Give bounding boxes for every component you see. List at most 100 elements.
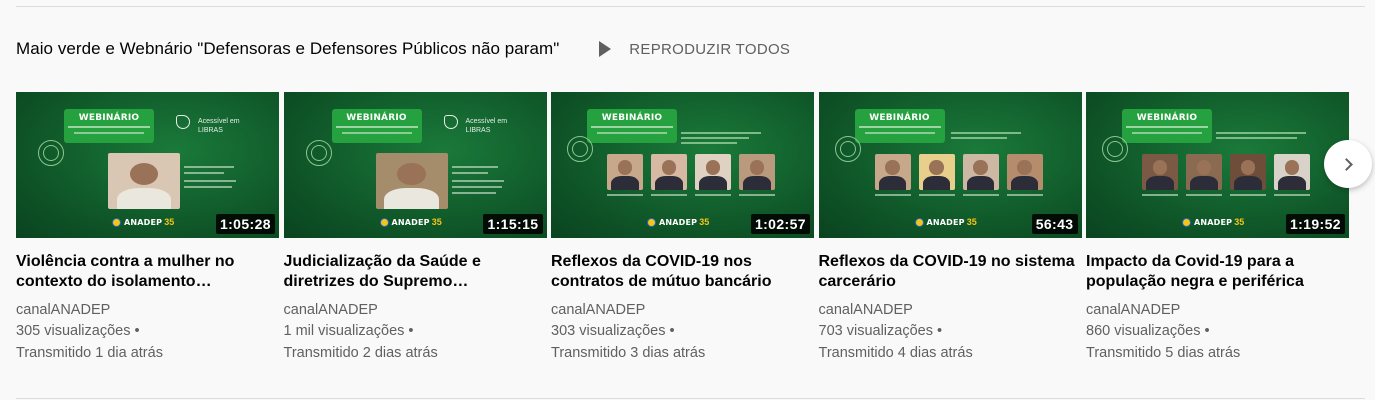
video-meta: Judicialização da Saúde e diretrizes do … (284, 238, 547, 364)
webinar-badge: WEBINÁRIO (854, 109, 945, 143)
separator-dot: • (1204, 323, 1210, 339)
video-title[interactable]: Judicialização da Saúde e diretrizes do … (284, 252, 547, 292)
next-button[interactable] (1324, 140, 1372, 188)
topic-text (950, 132, 1021, 150)
top-divider (16, 6, 1365, 7)
speaker-photo (874, 154, 911, 190)
video-title[interactable]: Reflexos da COVID-19 no sistema carcerár… (819, 252, 1082, 292)
speaker-photo (962, 154, 999, 190)
speaker-photo (1006, 154, 1043, 190)
channel-name[interactable]: canalANADEP (551, 300, 814, 320)
webinar-badge: WEBINÁRIO (587, 109, 677, 143)
libras-line1: Acessível em (198, 118, 240, 125)
anadep-logo: ANADEP 35 (379, 216, 442, 228)
video-card: WEBINÁRIO Acessível em LIBRAS ANADEP 35 1… (16, 92, 279, 364)
maio-verde-seal-icon (38, 140, 64, 166)
topic-text (681, 132, 761, 150)
video-card: WEBINÁRIO ANADEP 35 1:02:57 Reflexos da … (551, 92, 814, 364)
separator-dot: • (669, 323, 675, 339)
logo-number: 35 (1234, 217, 1245, 227)
sign-language-icon (443, 115, 458, 129)
duration-badge: 1:15:15 (483, 214, 543, 234)
speaker-photo (108, 153, 180, 209)
video-card: WEBINÁRIO ANADEP 35 1:19:52 Impacto da C… (1086, 92, 1349, 364)
stream-date: Transmitido 3 dias atrás (551, 345, 706, 361)
anadep-logo-icon (647, 217, 656, 227)
speaker-photo (1230, 154, 1266, 190)
video-title[interactable]: Reflexos da COVID-19 nos contratos de mú… (551, 252, 814, 292)
libras-line2: LIBRAS (198, 127, 223, 134)
stream-date: Transmitido 2 dias atrás (283, 345, 438, 361)
channel-name[interactable]: canalANADEP (1086, 300, 1349, 320)
video-thumbnail[interactable]: WEBINÁRIO ANADEP 35 56:43 (818, 92, 1082, 238)
speaker-photo (1186, 154, 1222, 190)
video-thumbnail[interactable]: WEBINÁRIO Acessível em LIBRAS ANADEP 35 1… (16, 92, 279, 238)
video-meta: Reflexos da COVID-19 nos contratos de mú… (551, 238, 814, 364)
logo-text: ANADEP (926, 217, 965, 227)
video-thumbnail[interactable]: WEBINÁRIO Acessível em LIBRAS ANADEP 35 1… (283, 92, 547, 238)
video-meta: Violência contra a mulher no contexto do… (16, 238, 279, 364)
speaker-photo (651, 154, 687, 190)
logo-text: ANADEP (124, 217, 163, 227)
webinar-badge: WEBINÁRIO (64, 109, 154, 143)
speaker-photo (1274, 154, 1310, 190)
video-thumbnail[interactable]: WEBINÁRIO ANADEP 35 1:19:52 (1086, 92, 1349, 238)
maio-verde-seal-icon (305, 140, 332, 166)
webinar-badge: WEBINÁRIO (331, 109, 422, 143)
anadep-logo: ANADEP 35 (112, 216, 174, 228)
channel-name[interactable]: canalANADEP (16, 300, 279, 320)
maio-verde-seal-icon (567, 136, 593, 162)
webinar-title: WEBINÁRIO (869, 113, 930, 123)
anadep-logo: ANADEP 35 (1182, 216, 1244, 228)
duration-badge: 1:19:52 (1285, 214, 1345, 234)
channel-name[interactable]: canalANADEP (819, 300, 1082, 320)
sign-language-icon (176, 115, 190, 129)
logo-text: ANADEP (391, 217, 430, 227)
separator-dot: • (408, 323, 414, 339)
speaker-photo (607, 154, 643, 190)
channel-name[interactable]: canalANADEP (284, 300, 547, 320)
anadep-logo: ANADEP 35 (914, 216, 977, 228)
video-meta: Reflexos da COVID-19 no sistema carcerár… (819, 238, 1082, 364)
play-all-button[interactable]: REPRODUZIR TODOS (599, 41, 790, 58)
video-meta: Impacto da Covid-19 para a população neg… (1086, 238, 1349, 364)
separator-dot: • (134, 323, 140, 339)
stream-date: Transmitido 1 dia atrás (16, 345, 163, 361)
view-count: 1 mil visualizações • (283, 323, 414, 339)
duration-badge: 1:02:57 (750, 214, 810, 234)
duration-badge: 1:05:28 (215, 214, 275, 234)
logo-number: 35 (966, 217, 977, 227)
libras-line2: LIBRAS (465, 127, 491, 134)
video-title[interactable]: Impacto da Covid-19 para a população neg… (1086, 252, 1349, 292)
stream-date: Transmitido 5 dias atrás (1086, 345, 1241, 361)
anadep-logo-icon (379, 217, 389, 227)
view-count: 305 visualizações • (16, 323, 140, 339)
topic-text (1216, 132, 1306, 150)
video-thumbnail[interactable]: WEBINÁRIO ANADEP 35 1:02:57 (551, 92, 814, 238)
anadep-logo-icon (112, 217, 121, 227)
maio-verde-seal-icon (1102, 136, 1128, 162)
chevron-right-icon (1339, 157, 1353, 171)
video-title[interactable]: Violência contra a mulher no contexto do… (16, 252, 279, 292)
speaker-photo (739, 154, 775, 190)
speaker-photo (1142, 154, 1178, 190)
duration-badge: 56:43 (1031, 214, 1078, 234)
bottom-divider (16, 398, 1365, 399)
stream-date: Transmitido 4 dias atrás (818, 345, 973, 361)
shelf-header: Maio verde e Webnário "Defensoras e Defe… (16, 36, 790, 62)
webinar-title: WEBINÁRIO (601, 113, 663, 123)
speaker-photo (375, 153, 448, 209)
logo-number: 35 (431, 217, 442, 227)
shelf-title[interactable]: Maio verde e Webnário "Defensoras e Defe… (16, 39, 559, 59)
webinar-badge: WEBINÁRIO (1122, 109, 1212, 143)
maio-verde-seal-icon (834, 136, 861, 162)
separator-dot: • (937, 323, 943, 339)
webinar-title: WEBINÁRIO (78, 113, 140, 123)
logo-number: 35 (699, 217, 710, 227)
logo-text: ANADEP (1194, 217, 1233, 227)
speaker-photo (695, 154, 731, 190)
view-count: 860 visualizações • (1086, 323, 1210, 339)
anadep-logo-icon (1182, 217, 1191, 227)
webinar-title: WEBINÁRIO (346, 113, 407, 123)
video-card: WEBINÁRIO ANADEP 35 56:43 Reflexos da CO… (818, 92, 1082, 364)
